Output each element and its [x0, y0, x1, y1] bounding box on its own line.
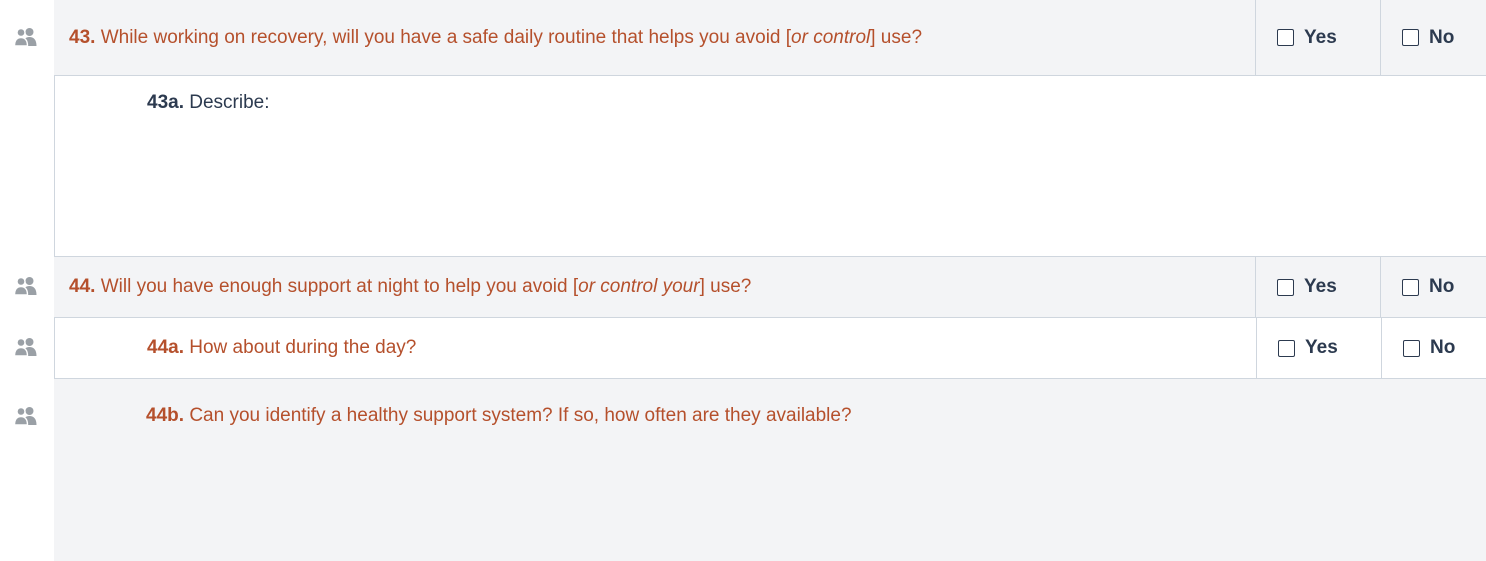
no-checkbox[interactable]: No [1380, 0, 1486, 75]
no-checkbox[interactable]: No [1381, 318, 1486, 378]
checkbox-box[interactable] [1278, 339, 1295, 357]
people-icon [14, 406, 37, 426]
people-icon [14, 276, 37, 296]
question-number: 43. [69, 26, 96, 48]
question-number: 44a. [147, 337, 184, 358]
question-44a-gutter [0, 318, 54, 379]
question-43a-prompt: 43a. Describe: [147, 92, 270, 114]
checkbox-box[interactable] [1277, 278, 1294, 296]
people-icon [14, 27, 37, 47]
question-43-cell: 43. While working on recovery, will you … [54, 0, 1486, 76]
question-44b-response-area[interactable]: 44b. Can you identify a healthy support … [54, 379, 1486, 561]
checkbox-box[interactable] [1277, 29, 1294, 46]
yes-label: Yes [1304, 26, 1337, 48]
question-text: While working on recovery, will you have… [100, 26, 792, 48]
no-label: No [1429, 276, 1455, 297]
question-number: 43a. [147, 92, 184, 113]
question-43a-row: 43a. Describe: [0, 76, 1486, 257]
question-text: Describe: [189, 92, 270, 113]
yes-checkbox[interactable]: Yes [1255, 257, 1380, 317]
question-text: How about during the day? [189, 337, 417, 358]
checkbox-box[interactable] [1402, 29, 1419, 46]
question-44-row: 44. Will you have enough support at nigh… [0, 257, 1486, 318]
question-text-end: ] use? [699, 276, 752, 297]
question-44-gutter [0, 257, 54, 318]
yes-checkbox[interactable]: Yes [1256, 318, 1381, 378]
question-44b-row: 44b. Can you identify a healthy support … [0, 379, 1486, 561]
question-43a-response-area[interactable]: 43a. Describe: [54, 76, 1486, 257]
question-text-italic: or control your [578, 276, 700, 297]
question-44b-text: 44b. Can you identify a healthy support … [146, 405, 852, 427]
yes-label: Yes [1304, 276, 1337, 297]
no-label: No [1430, 337, 1456, 358]
question-43-gutter [0, 0, 54, 76]
question-44a-text: 44a. How about during the day? [147, 318, 416, 378]
question-44b-gutter [0, 379, 54, 561]
question-number: 44. [69, 276, 96, 297]
checkbox-box[interactable] [1402, 278, 1419, 296]
question-number: 44b. [146, 405, 185, 426]
question-44-cell: 44. Will you have enough support at nigh… [54, 257, 1486, 318]
question-44a-cell: 44a. How about during the day? Yes No [54, 318, 1486, 379]
question-44a-row: 44a. How about during the day? Yes No [0, 318, 1486, 379]
question-44-text: 44. Will you have enough support at nigh… [69, 257, 751, 317]
question-43-text: 43. While working on recovery, will you … [69, 0, 922, 75]
question-text: Can you identify a healthy support syste… [189, 405, 852, 426]
checkbox-box[interactable] [1403, 339, 1420, 357]
question-text-italic: or control [791, 26, 871, 48]
question-text-end: ] use? [870, 26, 923, 48]
no-checkbox[interactable]: No [1380, 257, 1486, 317]
no-label: No [1429, 26, 1455, 48]
question-43-row: 43. While working on recovery, will you … [0, 0, 1486, 76]
yes-checkbox[interactable]: Yes [1255, 0, 1380, 75]
question-text: Will you have enough support at night to… [100, 276, 579, 297]
people-icon [14, 337, 37, 357]
yes-label: Yes [1305, 337, 1338, 358]
